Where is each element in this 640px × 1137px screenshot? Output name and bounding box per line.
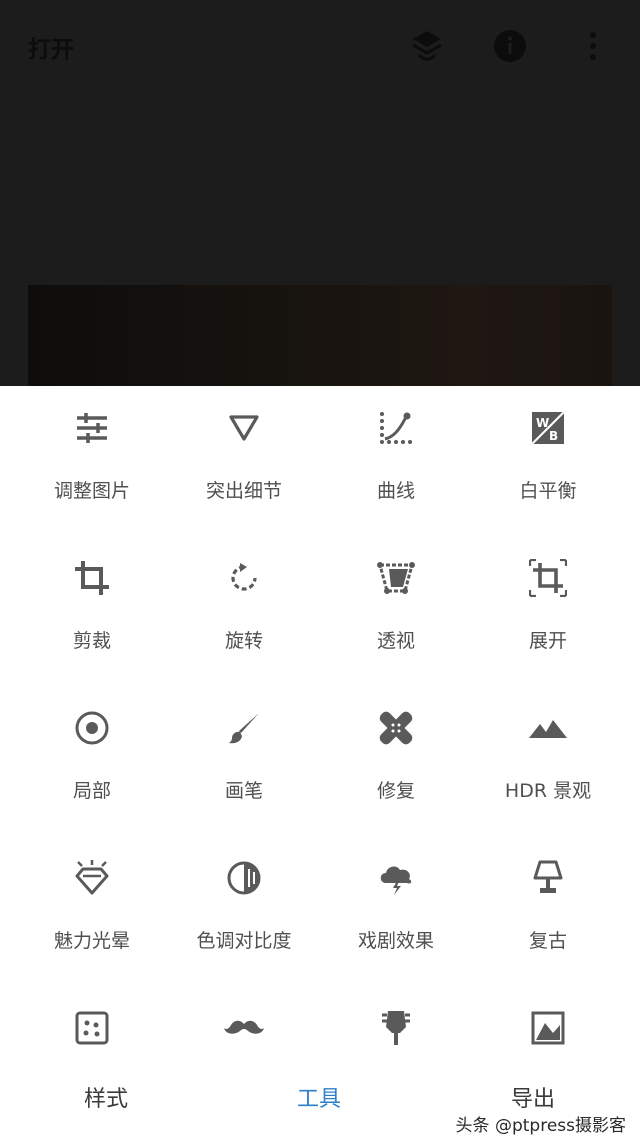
svg-text:B: B — [549, 429, 558, 443]
rotate-icon — [222, 556, 266, 600]
tool-label: 剪裁 — [72, 630, 111, 652]
tool-brush[interactable]: 画笔 — [168, 686, 320, 816]
tool-label: 戏剧效果 — [357, 930, 434, 952]
tool-label: 曲线 — [376, 480, 415, 502]
curves-icon — [374, 406, 418, 450]
tool-tonal-contrast[interactable]: 色调对比度 — [168, 836, 320, 966]
tool-label: 修复 — [376, 780, 415, 802]
grainy-film-icon — [70, 1006, 114, 1050]
tool-hdr[interactable]: HDR 景观 — [472, 686, 624, 816]
brush-icon — [222, 706, 266, 750]
top-app-bar: 打开 — [0, 0, 640, 96]
tab-tools[interactable]: 工具 — [297, 1081, 341, 1113]
tool-label: 复古 — [528, 930, 567, 952]
tool-crop[interactable]: 剪裁 — [16, 536, 168, 666]
tool-details[interactable]: 突出细节 — [168, 386, 320, 516]
tonal-contrast-icon — [222, 856, 266, 900]
tune-sliders-icon — [70, 406, 114, 450]
tool-label: 画笔 — [224, 780, 263, 802]
tool-label: 魅力光晕 — [53, 930, 130, 952]
tool-label: 透视 — [376, 630, 415, 652]
tool-label: HDR 景观 — [504, 780, 592, 802]
tool-drama[interactable]: 戏剧效果 — [320, 836, 472, 966]
glamour-glow-icon — [70, 856, 114, 900]
bottom-tab-bar: 样式 工具 导出 头条 @ptpress摄影客 — [0, 1051, 640, 1137]
tool-healing[interactable]: 修复 — [320, 686, 472, 816]
layers-rotate-icon[interactable] — [407, 26, 447, 66]
tool-label: 展开 — [528, 630, 567, 652]
crop-icon — [70, 556, 114, 600]
tool-glamour-glow[interactable]: 魅力光晕 — [16, 836, 168, 966]
tool-label: 白平衡 — [519, 480, 577, 502]
tool-selective[interactable]: 局部 — [16, 686, 168, 816]
tool-rotate[interactable]: 旋转 — [168, 536, 320, 666]
tab-export[interactable]: 导出 — [511, 1081, 555, 1113]
tool-label: 局部 — [72, 780, 111, 802]
retrolux-mustache-icon — [222, 1006, 266, 1050]
open-button[interactable]: 打开 — [28, 30, 74, 64]
grunge-guitar-icon — [374, 1006, 418, 1050]
black-white-icon — [526, 1006, 570, 1050]
info-icon[interactable] — [490, 26, 530, 66]
tool-label: 色调对比度 — [196, 930, 292, 952]
tool-vintage[interactable]: 复古 — [472, 836, 624, 966]
photo-preview — [28, 285, 612, 395]
drama-cloud-icon — [374, 856, 418, 900]
expand-icon — [526, 556, 570, 600]
tab-styles[interactable]: 样式 — [84, 1081, 128, 1113]
vintage-lamp-icon — [526, 856, 570, 900]
tool-tune-image[interactable]: 调整图片 — [16, 386, 168, 516]
tools-sheet: 调整图片 突出细节 曲线 W B 白平衡 剪裁 旋转 透视 展开 局部 画笔 修… — [0, 386, 640, 1137]
tool-label: 突出细节 — [205, 480, 282, 502]
svg-text:W: W — [536, 416, 549, 430]
selective-icon — [70, 706, 114, 750]
perspective-icon — [374, 556, 418, 600]
tool-expand[interactable]: 展开 — [472, 536, 624, 666]
tool-curves[interactable]: 曲线 — [320, 386, 472, 516]
hdr-mountain-icon — [526, 706, 570, 750]
tool-white-balance[interactable]: W B 白平衡 — [472, 386, 624, 516]
tool-label: 旋转 — [224, 630, 263, 652]
watermark: 头条 @ptpress摄影客 — [455, 1116, 626, 1136]
details-triangle-icon — [222, 406, 266, 450]
healing-icon — [374, 706, 418, 750]
more-vertical-icon[interactable] — [573, 26, 613, 66]
white-balance-icon: W B — [526, 406, 570, 450]
tool-label: 调整图片 — [53, 480, 130, 502]
tool-perspective[interactable]: 透视 — [320, 536, 472, 666]
